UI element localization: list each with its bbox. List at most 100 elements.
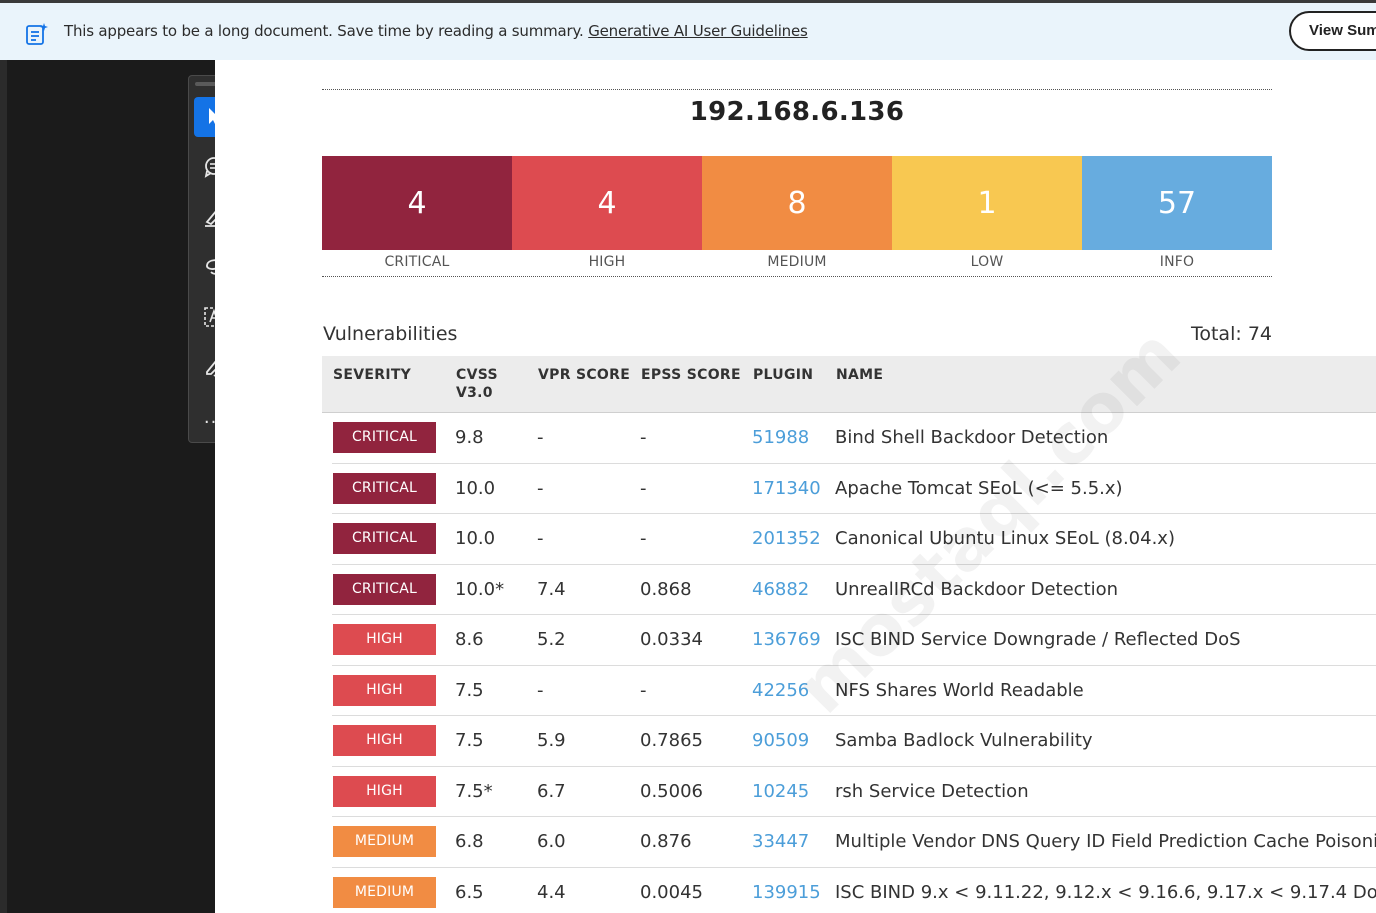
vulnerability-name: ISC BIND Service Downgrade / Reflected D… — [835, 629, 1241, 650]
vpr-score: 6.0 — [537, 831, 566, 852]
table-header: SEVERITY CVSS V3.0 VPR SCORE EPSS SCORE … — [322, 356, 1376, 413]
cvss-score: 10.0 — [455, 477, 496, 499]
cvss-score: 9.8 — [455, 427, 484, 448]
plugin-link[interactable]: 136769 — [752, 629, 821, 650]
table-row: MEDIUM 6.8 6.0 0.876 33447 Multiple Vendor DN… — [332, 817, 1376, 868]
total-label: Total: — [1190, 323, 1242, 345]
divider — [322, 89, 1272, 90]
severity-label-info: INFO — [1159, 254, 1195, 270]
cvss-score: 6.8 — [455, 831, 484, 852]
severity-badge: CRITICAL — [333, 523, 436, 554]
window-edge — [0, 60, 7, 913]
vulnerability-name: rsh Service Detection — [835, 780, 1029, 802]
table-row: CRITICAL 10.0* 7.4 0.868 46882 UnrealIRCd Bac… — [332, 565, 1376, 615]
cvss-score: 6.5 — [455, 881, 484, 903]
severity-label-low: LOW — [970, 254, 1004, 270]
vulnerability-name: Canonical Ubuntu Linux SEoL (8.04.x) — [835, 528, 1175, 549]
total-count: Total: 74 — [1165, 323, 1272, 345]
severity-badge: HIGH — [333, 624, 436, 655]
table-row: MEDIUM 6.5 4.4 0.0045 139915 ISC BIND 9.x < 9… — [332, 868, 1376, 913]
column-header-plugin: PLUGIN — [753, 367, 814, 383]
table-row: HIGH 7.5* 6.7 0.5006 10245 rsh Service Detect… — [332, 767, 1376, 817]
view-summary-button[interactable]: View Summary — [1289, 11, 1376, 51]
vpr-score: 6.7 — [537, 780, 566, 802]
table-row: CRITICAL 10.0 - - 201352 Canonical Ubuntu Lin… — [332, 514, 1376, 565]
severity-count-critical: 4 — [322, 156, 512, 250]
severity-badge: CRITICAL — [333, 422, 436, 453]
vpr-score: - — [537, 679, 544, 701]
cvss-score: 7.5* — [455, 780, 493, 802]
cvss-score: 7.5 — [455, 730, 484, 751]
epss-score: 0.0045 — [640, 881, 703, 903]
cvss-score: 8.6 — [455, 629, 484, 650]
vpr-score: - — [537, 427, 544, 448]
vulnerability-name: Apache Tomcat SEoL (<= 5.5.x) — [835, 477, 1123, 499]
column-header-severity: SEVERITY — [333, 367, 412, 383]
banner-text: This appears to be a long document. Save… — [64, 22, 584, 40]
host-ip-heading: 192.168.6.136 — [689, 97, 905, 127]
severity-summary: 4 4 8 1 57 — [322, 156, 1272, 250]
section-title: Vulnerabilities — [323, 323, 458, 345]
cvss-score: 10.0 — [455, 528, 496, 549]
vulnerability-name: Bind Shell Backdoor Detection — [835, 427, 1109, 448]
plugin-link[interactable]: 139915 — [752, 882, 821, 903]
plugin-link[interactable]: 51988 — [752, 427, 809, 448]
divider — [322, 276, 1272, 277]
table-row: CRITICAL 10.0 - - 171340 Apache Tomcat SEoL (… — [332, 464, 1376, 514]
column-header-epss: EPSS SCORE — [641, 367, 741, 383]
epss-score: - — [640, 427, 647, 448]
table-row: HIGH 7.5 - - 42256 NFS Shares World Readable — [332, 666, 1376, 716]
vulnerability-name: ISC BIND 9.x < 9.11.22, 9.12.x < 9.16.6,… — [835, 881, 1376, 903]
table-row: CRITICAL 9.8 - - 51988 Bind Shell Backdoor De… — [332, 413, 1376, 464]
severity-count-medium: 8 — [702, 156, 892, 250]
severity-badge: HIGH — [333, 725, 436, 756]
vpr-score: 4.4 — [537, 881, 566, 903]
vpr-score: 5.9 — [537, 730, 566, 751]
cvss-score: 10.0* — [455, 578, 505, 600]
plugin-link[interactable]: 42256 — [752, 680, 809, 701]
epss-score: 0.868 — [640, 578, 692, 600]
severity-label-high: HIGH — [588, 254, 626, 270]
total-value: 74 — [1247, 323, 1272, 345]
severity-count-info: 57 — [1082, 156, 1272, 250]
severity-badge: HIGH — [333, 674, 436, 706]
plugin-link[interactable]: 46882 — [752, 579, 809, 600]
table-row: HIGH 8.6 5.2 0.0334 136769 ISC BIND Service D… — [332, 615, 1376, 666]
plugin-link[interactable]: 90509 — [752, 730, 809, 751]
ai-summary-banner: This appears to be a long document. Save… — [0, 0, 1376, 60]
vpr-score: - — [537, 477, 544, 499]
severity-badge: CRITICAL — [333, 472, 436, 504]
left-panel — [7, 60, 215, 913]
vulnerability-name: UnrealIRCd Backdoor Detection — [835, 578, 1119, 600]
plugin-link[interactable]: 10245 — [752, 781, 809, 802]
column-header-name: NAME — [836, 367, 884, 383]
severity-badge: CRITICAL — [333, 573, 436, 605]
severity-label-critical: CRITICAL — [384, 254, 450, 270]
severity-badge: HIGH — [333, 775, 436, 807]
vulnerability-name: NFS Shares World Readable — [835, 679, 1084, 701]
vulnerability-name: Multiple Vendor DNS Query ID Field Predi… — [835, 831, 1376, 852]
vpr-score: 5.2 — [537, 629, 566, 650]
cvss-score: 7.5 — [455, 679, 484, 701]
plugin-link[interactable]: 201352 — [752, 528, 821, 549]
epss-score: - — [640, 679, 647, 701]
epss-score: 0.0334 — [640, 629, 703, 650]
epss-score: - — [640, 477, 647, 499]
banner-message: This appears to be a long document. Save… — [64, 22, 808, 40]
plugin-link[interactable]: 171340 — [752, 478, 821, 499]
vulnerability-table: CRITICAL 9.8 - - 51988 Bind Shell Backdoor De… — [322, 413, 1376, 913]
document-summary-icon — [26, 23, 48, 45]
column-header-vpr: VPR SCORE — [538, 367, 631, 383]
pdf-page: 192.168.6.136 4 4 8 1 57 CRITICAL HIGH M… — [215, 60, 1376, 913]
vpr-score: - — [537, 528, 544, 549]
plugin-link[interactable]: 33447 — [752, 831, 809, 852]
severity-count-high: 4 — [512, 156, 702, 250]
severity-badge: MEDIUM — [333, 826, 436, 857]
severity-label-medium: MEDIUM — [767, 254, 827, 270]
epss-score: 0.876 — [640, 831, 692, 852]
severity-count-low: 1 — [892, 156, 1082, 250]
ai-guidelines-link[interactable]: Generative AI User Guidelines — [588, 22, 808, 40]
column-header-cvss: CVSS V3.0 — [456, 367, 498, 401]
epss-score: 0.5006 — [640, 780, 703, 802]
table-row: HIGH 7.5 5.9 0.7865 90509 Samba Badlock Vulne… — [332, 716, 1376, 767]
